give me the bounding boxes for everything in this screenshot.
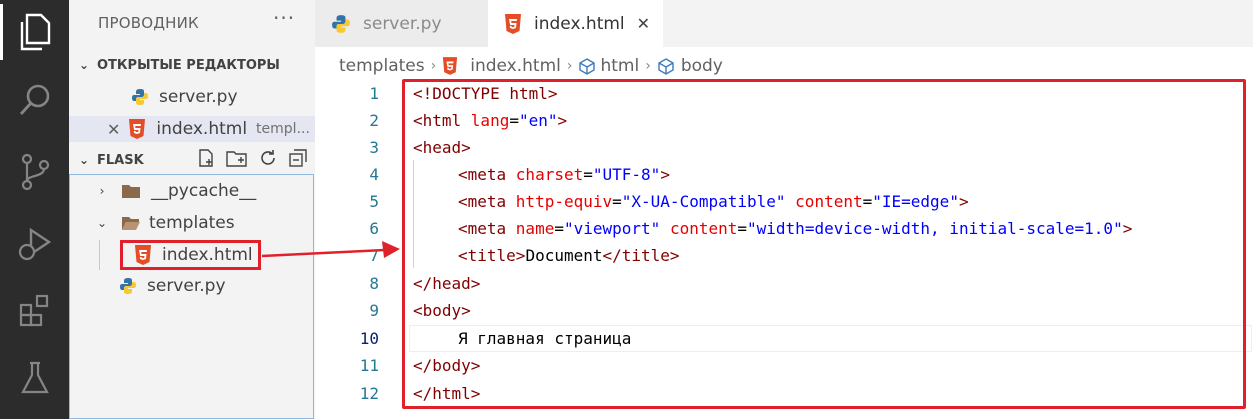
tree-label: __pycache__ [151,181,257,201]
chevron-right-icon: › [99,184,105,198]
line-number: 2 [369,111,379,130]
line-number: 5 [369,192,379,211]
explorer-title: ПРОВОДНИК [98,14,199,32]
more-actions-icon[interactable]: ··· [273,6,295,30]
html5-icon [442,57,458,75]
editor-tabs: server.py index.html ✕ [315,0,1253,47]
tree-label: server.py [147,276,226,296]
open-editor-label: index.html [156,119,248,139]
activity-bar [0,0,69,419]
testing-icon[interactable] [0,350,69,406]
line-number-current: 10 [359,329,379,348]
extensions-icon[interactable] [0,282,69,338]
tree-file-server-py[interactable]: server.py [69,273,315,299]
annotation-arrow [262,241,400,258]
line-number: 1 [369,84,379,103]
open-editor-index-html[interactable]: ✕ index.html templ... [69,116,315,142]
line-number: 3 [369,138,379,157]
chevron-down-icon: ⌄ [78,153,90,167]
collapse-all-icon[interactable] [288,148,308,172]
new-file-icon[interactable] [196,148,216,172]
search-icon[interactable] [0,72,69,128]
breadcrumb-item[interactable]: templates [339,56,425,76]
open-editors-section[interactable]: ⌄ ОТКРЫТЫЕ РЕДАКТОРЫ [69,52,315,78]
close-icon[interactable]: ✕ [107,120,120,139]
chevron-right-icon: › [566,58,573,74]
tree-label: templates [149,213,235,233]
chevron-down-icon: ⌄ [78,58,90,72]
file-highlight-annotation [120,240,261,270]
line-number: 12 [359,384,379,403]
code-highlight-annotation [402,79,1246,409]
chevron-down-icon: ⌄ [96,216,108,230]
folder-icon [121,183,141,199]
breadcrumb: templates › index.html › html › body [339,54,723,78]
line-number: 6 [369,219,379,238]
tab-index-html[interactable]: index.html ✕ [488,0,663,47]
refresh-icon[interactable] [258,148,278,172]
python-icon [119,277,137,295]
explorer-icon[interactable] [0,4,69,60]
explorer-sidebar: ПРОВОДНИК ··· ⌄ ОТКРЫТЫЕ РЕДАКТОРЫ serve… [69,0,315,419]
chevron-right-icon: › [645,58,651,74]
tab-server-py[interactable]: server.py [315,0,488,47]
folder-section[interactable]: ⌄ FLASK [69,147,315,173]
tree-folder-pycache[interactable]: › __pycache__ [69,178,315,204]
line-number: 9 [369,301,379,320]
tree-folder-templates[interactable]: ⌄ templates [69,210,315,236]
chevron-right-icon: › [430,58,437,74]
html5-icon [504,13,522,34]
folder-header: FLASK [97,152,144,168]
open-editor-server-py[interactable]: server.py [69,84,315,110]
open-editor-path-hint: templ... [256,121,310,137]
python-icon [131,88,149,106]
line-number: 11 [359,356,379,375]
open-editors-header: ОТКРЫТЫЕ РЕДАКТОРЫ [97,57,280,73]
open-folder-icon [121,215,141,231]
run-debug-icon[interactable] [0,216,69,272]
html5-icon [128,119,146,139]
python-icon [331,14,351,34]
tab-label: server.py [363,13,442,34]
source-control-icon[interactable] [0,144,69,200]
breadcrumb-item[interactable]: body [681,56,723,76]
open-editor-label: server.py [159,87,238,107]
tab-label: index.html [534,13,625,34]
new-folder-icon[interactable] [225,148,248,172]
close-icon[interactable]: ✕ [637,14,650,33]
line-number: 4 [369,165,379,184]
symbol-element-icon [657,57,675,75]
symbol-element-icon [578,57,596,75]
line-number: 8 [369,274,379,293]
breadcrumb-item[interactable]: index.html [470,56,561,76]
breadcrumb-item[interactable]: html [600,56,639,76]
